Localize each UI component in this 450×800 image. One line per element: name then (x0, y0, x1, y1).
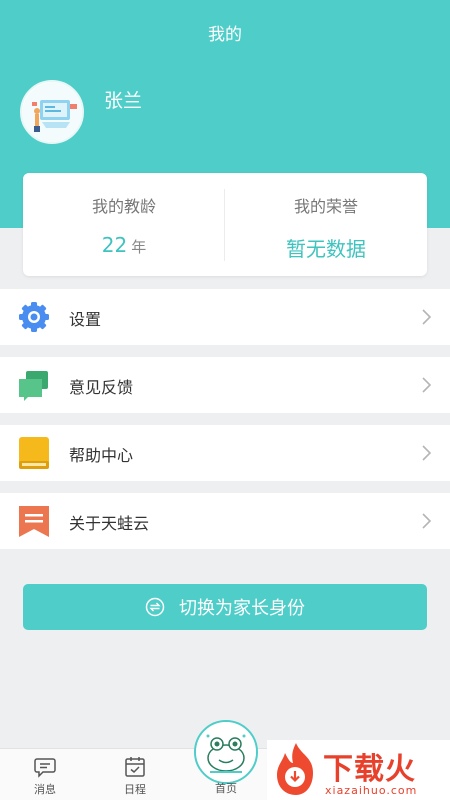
tab-label-home: 首页 (215, 782, 237, 795)
bookmark-icon (19, 506, 49, 537)
switch-button-label: 切换为家长身份 (179, 598, 305, 619)
tab-label-schedule: 日程 (124, 783, 146, 796)
user-name: 张兰 (104, 90, 143, 112)
frog-mascot-icon (196, 722, 256, 782)
teaching-years-value: 22 年 (23, 233, 225, 257)
chat-bubble-icon (34, 758, 56, 778)
switch-to-parent-button[interactable]: 切换为家长身份 (23, 584, 427, 630)
tab-label-messages: 消息 (34, 783, 56, 796)
book-icon (19, 437, 49, 469)
avatar[interactable] (20, 80, 84, 144)
switch-icon (145, 597, 165, 617)
watermark-title: 下载火 (323, 752, 416, 787)
feedback-icon (19, 371, 48, 401)
menu-item-about[interactable]: 关于天蛙云 (0, 493, 450, 549)
menu-label-help: 帮助中心 (69, 446, 134, 465)
teaching-years-unit: 年 (131, 238, 147, 256)
flame-logo-icon (277, 743, 313, 795)
menu-label-about: 关于天蛙云 (69, 514, 150, 533)
menu-item-help[interactable]: 帮助中心 (0, 425, 450, 481)
gear-icon (19, 302, 49, 332)
honors-value: 暂无数据 (286, 237, 366, 261)
menu-label-settings: 设置 (69, 310, 102, 329)
page-title: 我的 (208, 25, 242, 45)
teaching-years-number: 22 (101, 233, 128, 257)
tab-home[interactable] (194, 720, 258, 784)
honors-stat[interactable]: 我的荣誉 暂无数据 (225, 173, 427, 276)
chevron-right-icon (422, 445, 432, 461)
teaching-years-stat[interactable]: 我的教龄 22 年 (23, 173, 225, 276)
tab-messages[interactable]: 消息 (0, 749, 90, 800)
stats-card: 我的教龄 22 年 我的荣誉 暂无数据 (23, 173, 427, 276)
honors-label: 我的荣誉 (293, 197, 358, 216)
watermark: 下载火 xiazaihuo.com (267, 740, 450, 800)
calendar-icon (125, 757, 145, 777)
watermark-subtitle: xiazaihuo.com (325, 784, 418, 797)
tab-schedule[interactable]: 日程 (90, 749, 180, 800)
menu-item-feedback[interactable]: 意见反馈 (0, 357, 450, 413)
chevron-right-icon (422, 377, 432, 393)
menu-item-settings[interactable]: 设置 (0, 289, 450, 345)
teaching-years-label: 我的教龄 (91, 197, 156, 216)
chevron-right-icon (422, 513, 432, 529)
menu-label-feedback: 意见反馈 (69, 378, 134, 397)
chevron-right-icon (422, 309, 432, 325)
